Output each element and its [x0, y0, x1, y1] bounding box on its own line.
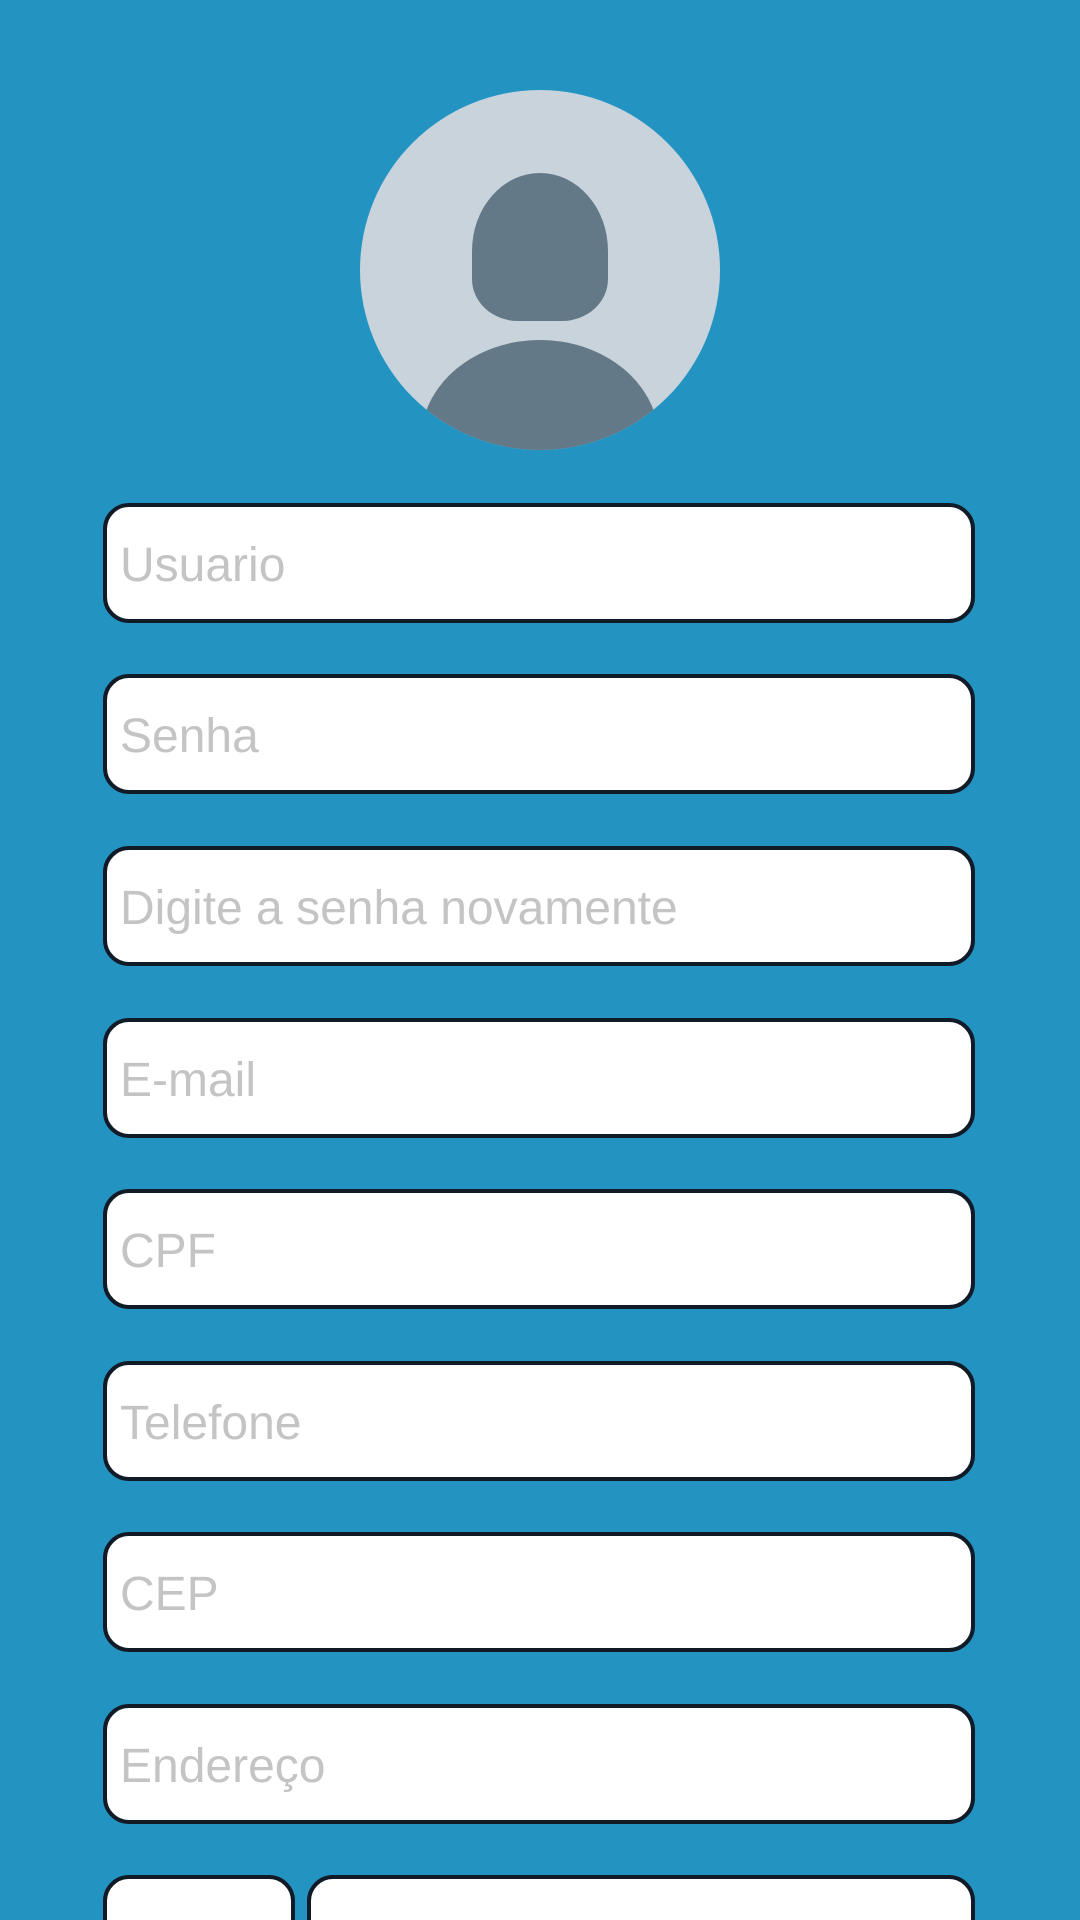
confirm-password-input[interactable]: Digite a senha novamente	[103, 846, 975, 966]
avatar-body-shape	[421, 340, 659, 450]
complement-input-partial[interactable]	[307, 1875, 975, 1920]
cep-input[interactable]: CEP	[103, 1532, 975, 1652]
phone-input[interactable]: Telefone	[103, 1361, 975, 1481]
cpf-placeholder: CPF	[120, 1225, 216, 1278]
cep-placeholder: CEP	[120, 1568, 219, 1621]
email-placeholder: E-mail	[120, 1054, 257, 1107]
user-avatar-icon[interactable]	[360, 90, 720, 450]
password-placeholder: Senha	[120, 710, 259, 763]
address-input[interactable]: Endereço	[103, 1704, 975, 1824]
email-input[interactable]: E-mail	[103, 1018, 975, 1138]
confirm-password-placeholder: Digite a senha novamente	[120, 882, 678, 935]
address-placeholder: Endereço	[120, 1740, 326, 1793]
cpf-input[interactable]: CPF	[103, 1189, 975, 1309]
number-input-partial[interactable]	[103, 1875, 295, 1920]
register-screen: Usuario Senha Digite a senha novamente E…	[0, 0, 1080, 1920]
phone-placeholder: Telefone	[120, 1397, 302, 1450]
username-placeholder: Usuario	[120, 539, 286, 592]
password-input[interactable]: Senha	[103, 674, 975, 794]
username-input[interactable]: Usuario	[103, 503, 975, 623]
avatar-head-shape	[472, 173, 608, 321]
